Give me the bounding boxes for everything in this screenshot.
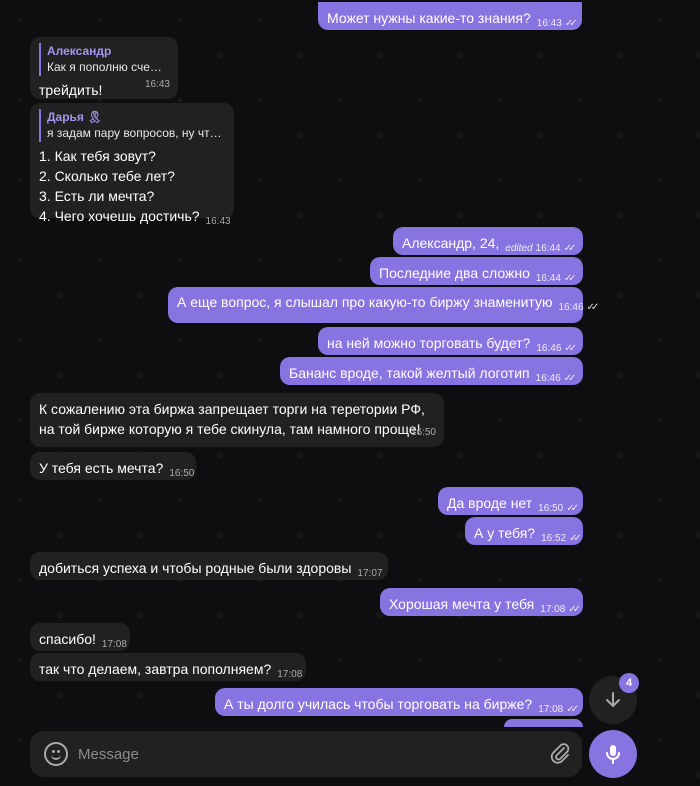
double-check-icon: ✓✓ (566, 503, 579, 514)
message-time: 16:46 (536, 343, 562, 354)
unread-count-badge: 4 (619, 673, 639, 693)
message-time: 16:50 (410, 427, 436, 438)
message-time: 16:43 (536, 18, 562, 29)
message-line: 1. Как тебя зовут? (39, 148, 156, 164)
message-text: так что делаем, завтра пополняем? (39, 661, 272, 677)
message-meta: 16:50 ✓✓ (538, 499, 579, 519)
message-text: спасибо! (39, 631, 96, 647)
double-check-icon: ✓✓ (563, 273, 577, 284)
message-list[interactable]: Может нужны какие-то знания? 16:43 ✓✓ Алек… (0, 0, 700, 727)
message-meta: 16:46 ✓✓ (535, 369, 577, 389)
reply-author: Дарья 🎗 (47, 110, 103, 124)
message-incoming[interactable]: У тебя есть мечта? 16:50 (30, 452, 196, 480)
message-time: 16:44 (535, 243, 561, 254)
message-incoming[interactable]: спасибо! 17:08 (30, 623, 130, 651)
microphone-icon (606, 745, 620, 764)
reply-snippet: я задам пару вопросов, ну чт… (47, 126, 222, 140)
double-check-icon: ✓✓ (566, 704, 579, 715)
message-text: Последние два сложно (379, 265, 530, 281)
message-incoming[interactable]: Дарья 🎗 я задам пару вопросов, ну чт… 1.… (30, 103, 234, 227)
message-meta: 16:46 ✓✓ (558, 298, 600, 318)
message-text: Хорошая мечта у тебя (389, 596, 535, 612)
message-line: на той бирже которую я тебе скинула, там… (39, 421, 421, 437)
message-meta: 16:43 ✓✓ (536, 14, 578, 34)
message-time: 16:43 (144, 79, 170, 90)
message-text: А ты долго училась чтобы торговать на би… (224, 696, 533, 712)
message-meta: edited 16:44 ✓✓ (505, 239, 577, 259)
message-composer (30, 731, 582, 777)
double-check-icon: ✓✓ (564, 18, 578, 29)
message-time: 17:08 (538, 704, 564, 715)
message-line: 3. Есть ли мечта? (39, 188, 155, 204)
message-text: Да вроде нет (447, 495, 533, 511)
message-meta: 16:46 ✓✓ (536, 339, 577, 359)
message-text: Может нужны какие-то знания? (327, 10, 531, 26)
double-check-icon: ✓✓ (568, 604, 581, 615)
message-text: трейдить! (39, 82, 103, 98)
double-check-icon: ✓✓ (563, 243, 577, 254)
smile-icon[interactable] (44, 742, 68, 766)
message-time: 16:52 (541, 533, 567, 544)
message-time: 16:46 (558, 302, 584, 313)
message-outgoing[interactable]: А ты долго училась чтобы торговать на би… (215, 688, 583, 716)
message-text: А еще вопрос, я слышал про какую-то бирж… (177, 294, 553, 310)
message-time: 16:50 (538, 503, 564, 514)
double-check-icon: ✓✓ (564, 343, 577, 354)
message-outgoing-partial[interactable] (504, 719, 583, 727)
message-outgoing[interactable]: Последние два сложно 16:44 ✓✓ (370, 257, 583, 285)
reply-author: Александр (47, 44, 112, 58)
message-text: Бананс вроде, такой желтый логотип (289, 365, 530, 381)
message-outgoing[interactable]: А еще вопрос, я слышал про какую-то бирж… (168, 287, 599, 323)
message-input[interactable] (78, 742, 538, 766)
message-time: 17:08 (277, 669, 303, 680)
record-voice-button[interactable] (589, 730, 637, 778)
message-text: А у тебя? (474, 525, 536, 541)
double-check-icon: ✓✓ (563, 373, 577, 384)
message-time: 16:43 (205, 216, 231, 227)
message-time: 16:46 (535, 373, 561, 384)
message-time: 17:08 (101, 639, 127, 650)
message-meta: 16:52 ✓✓ (541, 529, 582, 549)
message-incoming[interactable]: так что делаем, завтра пополняем? 17:08 (30, 653, 306, 681)
arrow-down-icon (606, 692, 620, 707)
message-outgoing[interactable]: Да вроде нет 16:50 ✓✓ (438, 487, 583, 515)
message-outgoing[interactable]: Александр, 24, edited 16:44 ✓✓ (393, 227, 583, 255)
message-outgoing[interactable]: Бананс вроде, такой желтый логотип 16:46 ✓… (280, 357, 583, 385)
message-line: 2. Сколько тебе лет? (39, 168, 175, 184)
reply-preview[interactable]: Александр Как я пополню сче… (39, 43, 169, 76)
message-text: добиться успеха и чтобы родные были здор… (39, 560, 352, 576)
message-incoming[interactable]: добиться успеха и чтобы родные были здор… (30, 552, 388, 580)
reply-preview[interactable]: Дарья 🎗 я задам пару вопросов, ну чт… (39, 109, 225, 142)
message-incoming[interactable]: К сожалению эта биржа запрещает торги на… (30, 393, 444, 447)
message-meta: 16:44 ✓✓ (535, 269, 577, 289)
message-outgoing[interactable]: на ней можно торговать будет? 16:46 ✓✓ (318, 327, 583, 355)
message-meta: 17:08 ✓✓ (538, 700, 579, 720)
message-time: 16:44 (535, 273, 561, 284)
message-incoming[interactable]: Александр Как я пополню сче… трейдить! 16… (30, 37, 178, 99)
message-time: 17:07 (357, 568, 383, 579)
message-outgoing[interactable]: Хорошая мечта у тебя 17:08 ✓✓ (380, 588, 583, 616)
message-outgoing[interactable]: А у тебя? 16:52 ✓✓ (465, 517, 583, 545)
message-time: 17:08 (540, 604, 566, 615)
message-text: Александр, 24, (402, 235, 500, 251)
paperclip-icon[interactable] (548, 742, 572, 766)
double-check-icon: ✓✓ (569, 533, 582, 544)
double-check-icon: ✓✓ (586, 302, 600, 313)
message-line: К сожалению эта биржа запрещает торги на… (39, 401, 425, 417)
message-meta: 17:08 ✓✓ (540, 600, 581, 620)
message-text: на ней можно торговать будет? (327, 335, 531, 351)
message-outgoing[interactable]: Может нужны какие-то знания? 16:43 ✓✓ (318, 2, 582, 30)
message-text: У тебя есть мечта? (39, 460, 164, 476)
message-line: 4. Чего хочешь достичь? (39, 208, 200, 224)
edited-label: edited (505, 243, 533, 254)
reply-snippet: Как я пополню сче… (47, 60, 162, 74)
message-time: 16:50 (169, 468, 195, 479)
